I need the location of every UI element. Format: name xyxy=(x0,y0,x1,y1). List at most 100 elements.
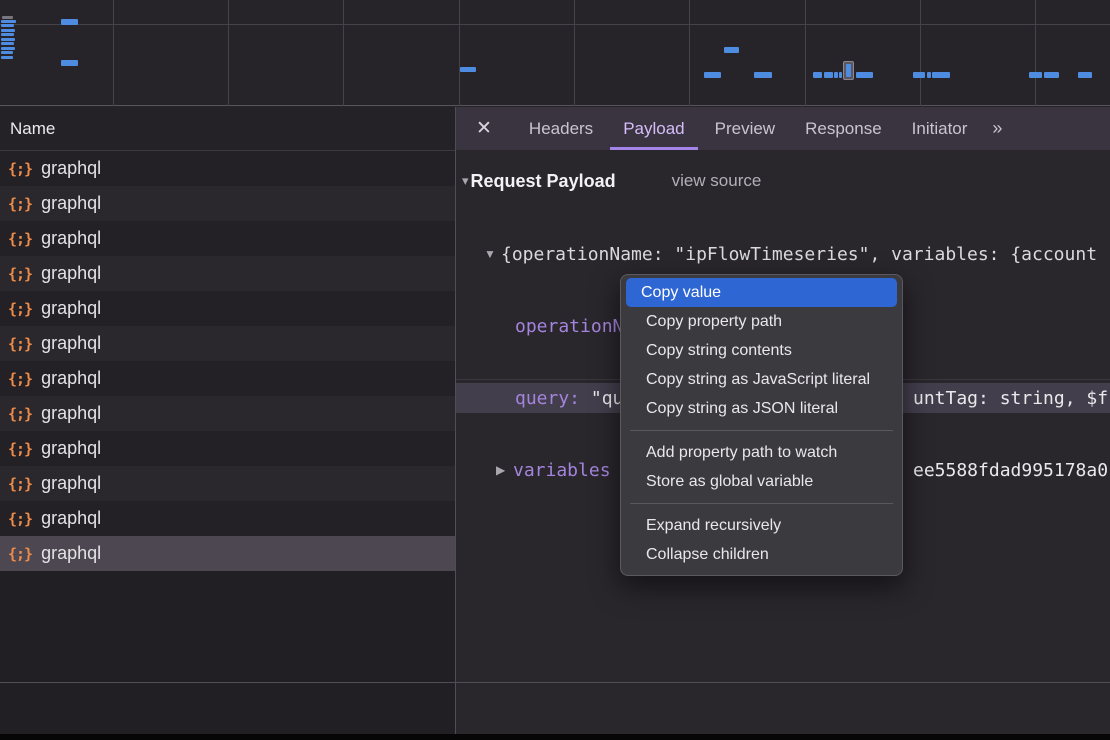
json-braces-icon: {;} xyxy=(8,510,32,528)
root-preview: {operationName: "ipFlowTimeseries", vari… xyxy=(501,244,1097,265)
collapse-triangle-icon[interactable]: ▾ xyxy=(462,173,469,189)
table-row[interactable]: {;} graphql xyxy=(0,431,455,466)
request-timing-bar[interactable] xyxy=(927,72,931,78)
timeline-gridline xyxy=(113,0,114,106)
request-name-label: graphql xyxy=(41,543,101,564)
column-header-name[interactable]: Name xyxy=(0,107,455,151)
request-timing-bar[interactable] xyxy=(1,24,14,27)
request-timing-bar[interactable] xyxy=(824,72,833,78)
request-timing-bar[interactable] xyxy=(1,47,15,50)
request-name-label: graphql xyxy=(41,228,101,249)
menu-item-collapse-children[interactable]: Collapse children xyxy=(626,540,897,569)
table-row[interactable]: {;} graphql xyxy=(0,151,455,186)
table-row[interactable]: {;}graphql xyxy=(0,186,455,221)
menu-divider xyxy=(630,503,893,504)
menu-item-copy-property-path[interactable]: Copy property path xyxy=(626,307,897,336)
request-timing-bar[interactable] xyxy=(61,60,78,66)
column-header-label: Name xyxy=(10,119,55,139)
json-braces-icon: {;} xyxy=(8,475,32,493)
menu-item-store-as-global-variable[interactable]: Store as global variable xyxy=(626,467,897,496)
request-timing-bar[interactable] xyxy=(704,72,721,78)
panel-splitter[interactable] xyxy=(455,107,456,734)
request-name-label: graphql xyxy=(41,368,101,389)
request-timing-bar[interactable] xyxy=(2,16,13,19)
json-braces-icon: {;} xyxy=(8,545,32,563)
table-row[interactable]: {;} graphql xyxy=(0,361,455,396)
timeline-gridline xyxy=(1035,0,1036,106)
request-name-label: graphql xyxy=(41,438,101,459)
tree-row-root[interactable]: ▼{operationName: "ipFlowTimeseries", var… xyxy=(456,239,1110,269)
table-row[interactable]: {;} graphql xyxy=(0,536,455,571)
request-timing-bar[interactable] xyxy=(460,67,476,72)
json-braces-icon: {;} xyxy=(8,405,32,423)
request-name-label: graphql xyxy=(41,473,101,494)
request-timing-bar[interactable] xyxy=(1078,72,1092,78)
request-name-label: graphql xyxy=(41,508,101,529)
request-timing-bar[interactable] xyxy=(1,56,13,59)
devtools-network-panel: Name {;}graphql{;}graphql{;}graphql{;}gr… xyxy=(0,0,1110,740)
table-row[interactable]: {;}graphql xyxy=(0,221,455,256)
json-braces-icon: {;} xyxy=(8,160,32,178)
more-tabs-icon[interactable]: » xyxy=(992,118,1000,139)
timeline-gridline xyxy=(805,0,806,106)
json-braces-icon: {;} xyxy=(8,335,32,353)
request-rows: {;} graphql {;} graphql {;} graphql {;} graphql… xyxy=(0,151,455,571)
context-menu: Copy valueCopy property pathCopy string … xyxy=(620,274,903,576)
collapsed-triangle-icon[interactable]: ▶ xyxy=(496,463,513,477)
expanded-triangle-icon[interactable]: ▼ xyxy=(484,247,501,261)
menu-item-add-property-path-to-watch[interactable]: Add property path to watch xyxy=(626,438,897,467)
menu-item-copy-value[interactable]: Copy value xyxy=(626,278,897,307)
request-timing-bar[interactable] xyxy=(839,72,842,78)
request-timing-bar[interactable] xyxy=(1,42,14,45)
window-bottom-edge xyxy=(0,734,1110,740)
request-timing-bar[interactable] xyxy=(932,72,950,78)
request-timing-bar[interactable] xyxy=(1,20,16,23)
network-main-area: Name {;}graphql{;}graphql{;}graphql{;}gr… xyxy=(0,107,1110,734)
request-timing-bar[interactable] xyxy=(1,29,15,32)
request-timing-bar[interactable] xyxy=(1,38,15,41)
menu-item-expand-recursively[interactable]: Expand recursively xyxy=(626,511,897,540)
menu-item-copy-string-as-javascript-literal[interactable]: Copy string as JavaScript literal xyxy=(626,365,897,394)
json-braces-icon: {;} xyxy=(8,300,32,318)
request-timing-bar[interactable] xyxy=(1029,72,1042,78)
json-braces-icon: {;} xyxy=(8,195,32,213)
table-row[interactable]: {;}graphql xyxy=(0,291,455,326)
json-braces-icon: {;} xyxy=(8,440,32,458)
request-name-label: graphql xyxy=(41,263,101,284)
tab-response[interactable]: Response xyxy=(792,107,895,150)
tab-payload[interactable]: Payload xyxy=(610,107,697,150)
request-timing-bar[interactable] xyxy=(1,33,14,36)
request-timing-bar[interactable] xyxy=(856,72,873,78)
request-timing-bar[interactable] xyxy=(61,19,78,25)
menu-item-copy-string-contents[interactable]: Copy string contents xyxy=(626,336,897,365)
timeline-gridline xyxy=(343,0,344,106)
request-timing-bar[interactable] xyxy=(913,72,925,78)
table-row[interactable]: {;} graphql xyxy=(0,256,455,291)
close-icon[interactable]: ✕ xyxy=(476,117,492,140)
summary-bar-divider xyxy=(0,682,1110,683)
property-key: variables xyxy=(513,460,611,481)
table-row[interactable]: {;} graphql xyxy=(0,501,455,536)
detail-tabbar: ✕ HeadersPayloadPreviewResponseInitiator… xyxy=(456,107,1110,150)
property-value-fragment: untTag: string, $f xyxy=(913,383,1108,413)
request-timing-bar[interactable] xyxy=(834,72,838,78)
tab-preview[interactable]: Preview xyxy=(702,107,788,150)
request-timing-bar[interactable] xyxy=(813,72,822,78)
timeline-gridline xyxy=(0,24,1110,25)
tab-headers[interactable]: Headers xyxy=(516,107,606,150)
table-row[interactable]: {;}graphql xyxy=(0,396,455,431)
tab-initiator[interactable]: Initiator xyxy=(899,107,981,150)
view-source-link[interactable]: view source xyxy=(672,171,762,191)
request-name-label: graphql xyxy=(41,158,101,179)
request-timing-bar[interactable] xyxy=(724,47,739,53)
json-braces-icon: {;} xyxy=(8,265,32,283)
request-timing-bar[interactable] xyxy=(1044,72,1059,78)
menu-item-copy-string-as-json-literal[interactable]: Copy string as JSON literal xyxy=(626,394,897,423)
table-row[interactable]: {;}graphql xyxy=(0,326,455,361)
request-payload-section-header[interactable]: ▾ Request Payload view source xyxy=(456,165,1110,197)
network-overview-timeline[interactable] xyxy=(0,0,1110,106)
table-row[interactable]: {;} graphql xyxy=(0,466,455,501)
request-timing-bar[interactable] xyxy=(754,72,772,78)
json-braces-icon: {;} xyxy=(8,370,32,388)
request-timing-bar[interactable] xyxy=(1,51,13,54)
